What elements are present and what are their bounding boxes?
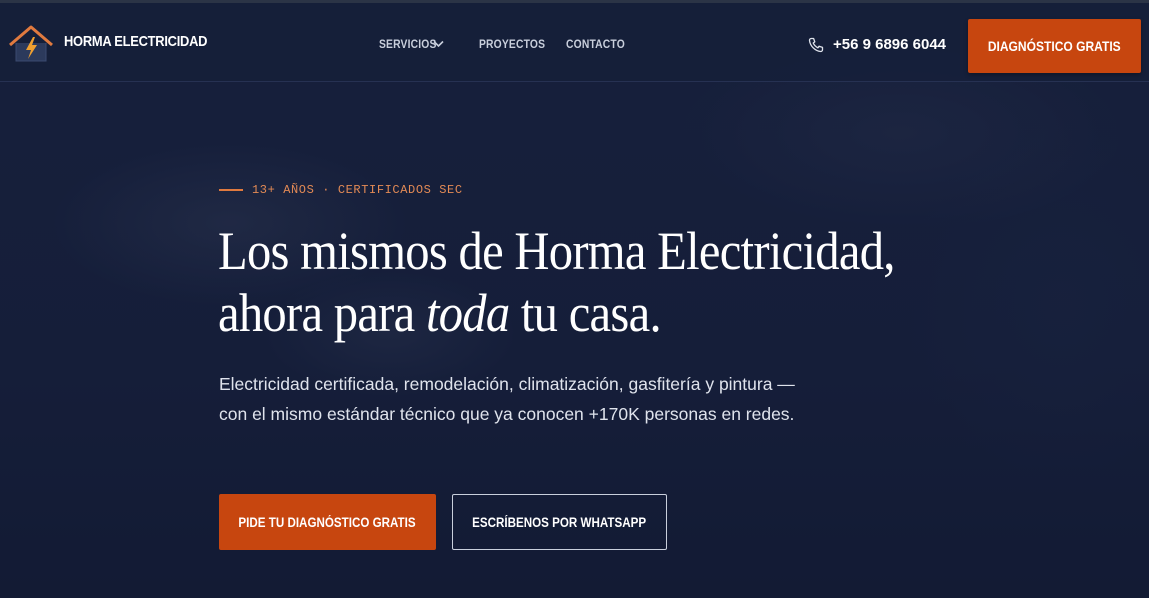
whatsapp-button-label: ESCRÍBENOS POR WHATSAPP [472,514,647,530]
nav-servicios[interactable]: SERVICIOS [379,37,437,53]
header-diagnostic-button[interactable]: DIAGNÓSTICO GRATIS [968,19,1141,73]
whatsapp-button[interactable]: ESCRÍBENOS POR WHATSAPP [452,494,667,550]
header-diagnostic-label: DIAGNÓSTICO GRATIS [988,38,1121,54]
eyebrow-divider [219,189,243,191]
house-lightning-logo[interactable] [8,23,54,65]
hero-headline: Los mismos de Horma Electricidad, ahora … [218,220,902,344]
hero-eyebrow: 13+ AÑOS · CERTIFICADOS SEC [252,183,463,197]
nav-contacto[interactable]: CONTACTO [566,37,625,53]
hero-subtitle: Electricidad certificada, remodelación, … [219,374,795,424]
brand-name[interactable]: HORMA ELECTRICIDAD [64,33,207,50]
headline-line-2-start: ahora para [218,283,426,343]
site-header: HORMA ELECTRICIDAD SERVICIOS PROYECTOS C… [0,3,1149,82]
diagnostic-cta-label: PIDE TU DIAGNÓSTICO GRATIS [238,514,417,530]
headline-emphasis: toda [425,283,510,343]
nav-proyectos[interactable]: PROYECTOS [479,37,545,53]
headline-line-1: Los mismos de Horma Electricidad, [218,221,895,281]
phone-icon [808,37,824,53]
chevron-down-icon[interactable] [433,40,444,48]
headline-line-2-end: tu casa. [509,283,662,343]
phone-number-link[interactable]: +56 9 6896 6044 [833,36,946,53]
diagnostic-cta-button[interactable]: PIDE TU DIAGNÓSTICO GRATIS [219,494,436,550]
